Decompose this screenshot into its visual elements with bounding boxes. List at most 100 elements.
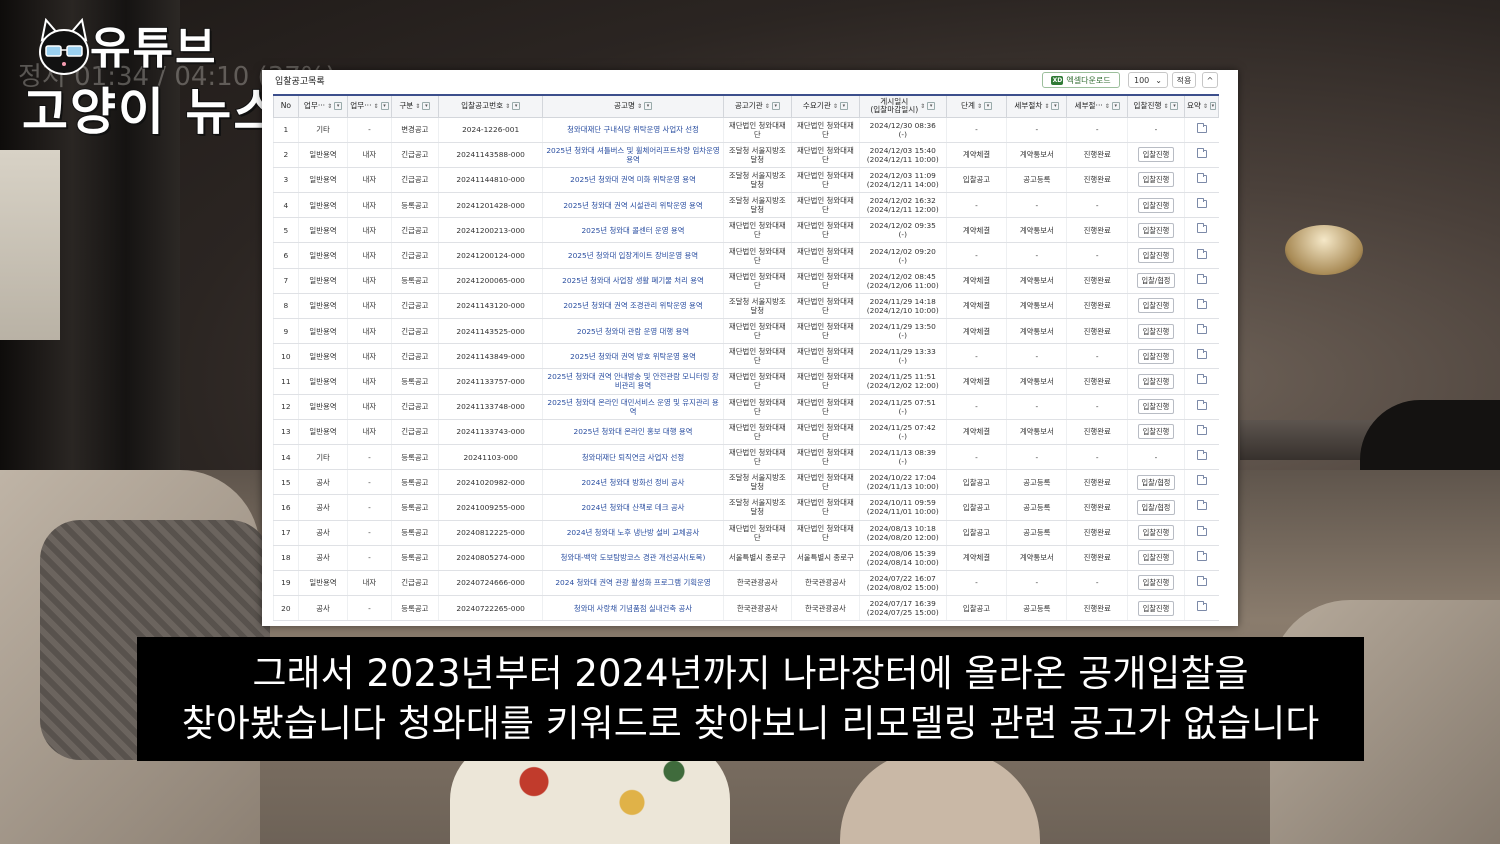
folder-icon[interactable] (1196, 374, 1207, 385)
bid-progress-button[interactable]: 입찰진행 (1137, 600, 1175, 616)
bid-progress-button[interactable]: 입찰진행 (1137, 298, 1175, 314)
bid-title-link[interactable]: 청와대 사랑채 기념품점 실내건축 공사 (542, 595, 724, 622)
bid-progress-button[interactable]: 입찰/협정 (1136, 474, 1176, 490)
column-header[interactable]: 입찰공고번호 ⇕ ▾ (438, 94, 544, 118)
table-row[interactable]: 4 일반용역 내자 등록공고 20241201428-000 2025년 청와대 권역 시… (273, 192, 1219, 219)
bid-title-link[interactable]: 2025년 청와대 셔틀버스 및 휠체어리프트차량 임차운영 용역 (542, 142, 724, 168)
sort-icon[interactable]: ⇕ (637, 103, 642, 110)
bid-title-link[interactable]: 2025년 청와대 권역 조경관리 위탁운영 용역 (542, 293, 724, 320)
table-row[interactable]: 1 기타 - 변경공고 2024-1226-001 청와대재단 구내식당 위탁운영 사업자… (273, 117, 1219, 143)
filter-icon[interactable]: ▾ (512, 102, 521, 111)
filter-icon[interactable]: ▾ (334, 102, 343, 111)
sort-icon[interactable]: ⇕ (920, 103, 925, 110)
bid-progress-button[interactable]: 입찰진행 (1137, 222, 1175, 238)
table-row[interactable]: 17 공사 - 등록공고 20240812225-000 2024년 청와대 노후 냉난방… (273, 520, 1219, 546)
folder-icon[interactable] (1196, 324, 1207, 335)
bid-progress-button[interactable]: 입찰진행 (1137, 550, 1175, 566)
sort-icon[interactable]: ⇕ (1105, 103, 1110, 110)
sort-icon[interactable]: ⇕ (1163, 103, 1168, 110)
table-row[interactable]: 11 일반용역 내자 등록공고 20241133757-000 2025년 청와대 권역 … (273, 368, 1219, 395)
table-row[interactable]: 14 기타 - 등록공고 20241103-000 청와대재단 퇴직연금 사업자 선정 재단… (273, 444, 1219, 471)
excel-download-button[interactable]: XD 엑셀다운로드 (1042, 72, 1120, 88)
table-row[interactable]: 16 공사 - 등록공고 20241009255-000 2024년 청와대 산책로 데크… (273, 494, 1219, 521)
column-header[interactable]: 업무··· ⇕ ▾ (297, 94, 349, 118)
table-row[interactable]: 15 공사 - 등록공고 20241020982-000 2024년 청와대 방화선 정비… (273, 469, 1219, 496)
bid-progress-button[interactable]: 입찰진행 (1137, 373, 1175, 389)
bid-title-link[interactable]: 2025년 청와대 권역 안내방송 및 안전관람 모니터링 장비관리 용역 (542, 368, 724, 395)
sort-icon[interactable]: ⇕ (374, 103, 379, 110)
folder-icon[interactable] (1196, 298, 1207, 309)
column-header[interactable]: 게시일시 (입찰마감일시) ⇕ ▾ (858, 94, 947, 118)
folder-icon[interactable] (1196, 223, 1207, 234)
bid-progress-button[interactable]: 입찰진행 (1137, 348, 1175, 364)
filter-icon[interactable]: ▾ (984, 102, 993, 111)
bid-title-link[interactable]: 2024년 청와대 산책로 데크 공사 (542, 494, 724, 521)
bid-title-link[interactable]: 2024 청와대 권역 관광 활성화 프로그램 기획운영 (542, 570, 724, 597)
filter-icon[interactable]: ▾ (1111, 102, 1120, 111)
bid-progress-button[interactable]: 입찰진행 (1137, 172, 1175, 188)
folder-icon[interactable] (1196, 198, 1207, 209)
folder-icon[interactable] (1196, 550, 1207, 561)
sort-icon[interactable]: ⇕ (833, 103, 838, 110)
bid-title-link[interactable]: 2025년 청와대 권역 방호 위탁운영 용역 (542, 343, 724, 370)
sort-icon[interactable]: ⇕ (327, 103, 332, 110)
bid-title-link[interactable]: 2024년 청와대 방화선 정비 공사 (542, 469, 724, 496)
table-row[interactable]: 10 일반용역 내자 긴급공고 20241143849-000 2025년 청와대 권역 … (273, 343, 1219, 370)
column-header[interactable]: 세부절··· ⇕ ▾ (1066, 94, 1129, 118)
folder-icon[interactable] (1196, 424, 1207, 435)
folder-icon[interactable] (1196, 601, 1207, 612)
bid-progress-button[interactable]: 입찰진행 (1137, 424, 1175, 440)
bid-title-link[interactable]: 청와대재단 구내식당 위탁운영 사업자 선정 (542, 117, 724, 143)
filter-icon[interactable]: ▾ (380, 102, 389, 111)
bid-progress-button[interactable]: 입찰진행 (1137, 399, 1175, 415)
apply-button[interactable]: 적용 (1172, 72, 1196, 88)
bid-title-link[interactable]: 2025년 청와대 온라인 대민서비스 운영 및 유지관리 용역 (542, 394, 724, 420)
column-header[interactable]: 구분 ⇕ ▾ (390, 94, 440, 118)
collapse-up-icon[interactable]: ^ (1202, 72, 1218, 88)
folder-icon[interactable] (1196, 500, 1207, 511)
column-header[interactable]: 수요기관 ⇕ ▾ (790, 94, 860, 118)
bid-title-link[interactable]: 청와대-백악 도보탐방코스 경관 개선공사(토목) (542, 545, 724, 571)
folder-icon[interactable] (1196, 450, 1207, 461)
bid-title-link[interactable]: 2025년 청와대 입장게이트 장비운영 용역 (542, 242, 724, 269)
table-row[interactable]: 3 일반용역 내자 긴급공고 20241144810-000 2025년 청와대 권역 미… (273, 167, 1219, 194)
table-row[interactable]: 13 일반용역 내자 긴급공고 20241133743-000 2025년 청와대 온라인… (273, 419, 1219, 445)
bid-progress-button[interactable]: 입찰진행 (1137, 323, 1175, 339)
bid-progress-button[interactable]: 입찰진행 (1137, 248, 1175, 264)
bid-progress-button[interactable]: 입찰/협정 (1136, 499, 1176, 515)
bid-progress-button[interactable]: 입찰진행 (1137, 147, 1175, 163)
sort-icon[interactable]: ⇕ (505, 103, 510, 110)
bid-progress-button[interactable]: 입찰진행 (1137, 197, 1175, 213)
table-row[interactable]: 19 일반용역 내자 긴급공고 20240724666-000 2024 청와대 권역 관… (273, 570, 1219, 597)
column-header[interactable]: 공고기관 ⇕ ▾ (722, 94, 792, 118)
table-row[interactable]: 20 공사 - 등록공고 20240722265-000 청와대 사랑채 기념품점 실내건… (273, 595, 1219, 622)
filter-icon[interactable]: ▾ (927, 102, 936, 111)
page-size-select[interactable]: 100 ⌄ (1128, 72, 1168, 88)
table-row[interactable]: 9 일반용역 내자 긴급공고 20241143525-000 2025년 청와대 관람 운… (273, 318, 1219, 345)
bid-progress-button[interactable]: 입찰/협정 (1136, 273, 1176, 289)
table-row[interactable]: 12 일반용역 내자 긴급공고 20241133748-000 2025년 청와대 온라인… (273, 394, 1219, 420)
folder-icon[interactable] (1196, 525, 1207, 536)
table-row[interactable]: 7 일반용역 내자 등록공고 20241200065-000 2025년 청와대 사업장 … (273, 268, 1219, 294)
column-header[interactable]: 요약 ⇕ ▾ (1183, 94, 1220, 118)
sort-icon[interactable]: ⇕ (1044, 103, 1049, 110)
folder-icon[interactable] (1196, 172, 1207, 183)
folder-icon[interactable] (1196, 273, 1207, 284)
table-row[interactable]: 6 일반용역 내자 긴급공고 20241200124-000 2025년 청와대 입장게이… (273, 242, 1219, 269)
bid-progress-button[interactable]: 입찰진행 (1137, 525, 1175, 541)
sort-icon[interactable]: ⇕ (1203, 103, 1208, 110)
folder-icon[interactable] (1196, 147, 1207, 158)
bid-title-link[interactable]: 2025년 청와대 권역 시설관리 위탁운영 용역 (542, 192, 724, 219)
filter-icon[interactable]: ▾ (1170, 102, 1179, 111)
folder-icon[interactable] (1196, 349, 1207, 360)
filter-icon[interactable]: ▾ (839, 102, 848, 111)
filter-icon[interactable]: ▾ (422, 102, 431, 111)
sort-icon[interactable]: ⇕ (415, 103, 420, 110)
bid-title-link[interactable]: 2025년 청와대 온라인 홍보 대행 용역 (542, 419, 724, 445)
sort-icon[interactable]: ⇕ (977, 103, 982, 110)
folder-icon[interactable] (1196, 575, 1207, 586)
column-header[interactable]: 세부절차 ⇕ ▾ (1006, 94, 1068, 118)
table-row[interactable]: 18 공사 - 등록공고 20240805274-000 청와대-백악 도보탐방코스 경관… (273, 545, 1219, 571)
column-header[interactable]: 단계 ⇕ ▾ (945, 94, 1008, 118)
bid-title-link[interactable]: 2025년 청와대 관람 운영 대행 용역 (542, 318, 724, 345)
